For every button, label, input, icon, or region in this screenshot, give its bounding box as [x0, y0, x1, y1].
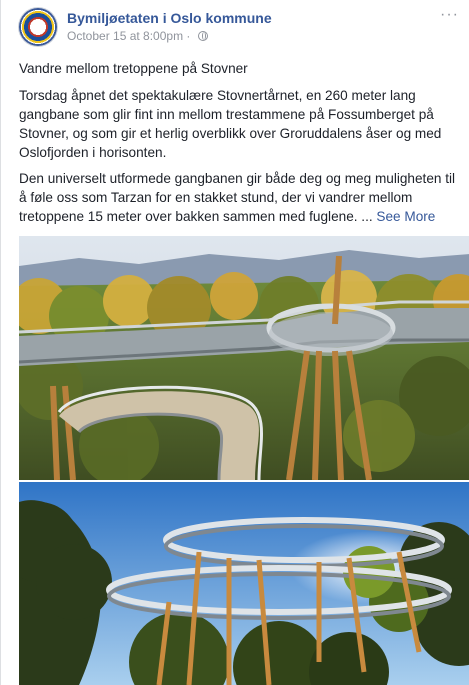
post-meta: October 15 at 8:00pm · [67, 29, 208, 43]
globe-icon[interactable] [197, 31, 208, 41]
see-more-link[interactable]: See More [376, 209, 435, 224]
meta-separator: · [186, 29, 191, 43]
page-avatar[interactable] [19, 8, 57, 46]
post-title-line: Vandre mellom tretoppene på Stovner [19, 61, 248, 76]
post-timestamp[interactable]: October 15 at 8:00pm [67, 29, 183, 43]
page-name-link[interactable]: Bymiljøetaten i Oslo kommune [67, 10, 272, 26]
photo-icon [19, 236, 469, 480]
post-paragraph-1: Torsdag åpnet det spektakulære Stovnertå… [19, 88, 442, 160]
post-photo-2[interactable] [19, 482, 469, 685]
facebook-post: Bymiljøetaten i Oslo kommune October 15 … [0, 0, 469, 685]
post-photo-1[interactable] [19, 236, 469, 480]
post-header: Bymiljøetaten i Oslo kommune October 15 … [19, 6, 459, 48]
more-icon[interactable]: ··· [440, 6, 459, 24]
post-paragraph-2: Den universelt utformede gangbanen gir b… [19, 169, 465, 226]
photo-icon [19, 482, 469, 685]
